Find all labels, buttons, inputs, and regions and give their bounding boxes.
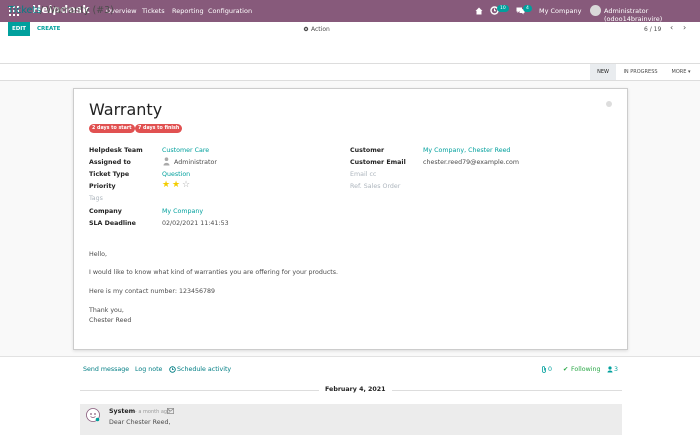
stage-new[interactable]: NEW [590, 64, 616, 80]
description-line[interactable]: Here is my contact number: 123456789 [89, 288, 215, 295]
send-message-button[interactable]: Send message [83, 366, 129, 373]
tags-label: Tags [89, 195, 103, 202]
sla-deadline-label: SLA Deadline [89, 220, 136, 227]
email-cc-label: Email cc [350, 171, 377, 178]
description-line[interactable]: Thank you, [89, 307, 124, 314]
menu-configuration[interactable]: Configuration [208, 7, 252, 15]
priority-star-3-icon[interactable]: ☆ [182, 181, 190, 190]
assigned-to-value[interactable]: Administrator [174, 159, 217, 166]
message-body: Dear Chester Reed, [109, 419, 171, 426]
followers-icon[interactable] [607, 366, 613, 373]
ticket-title[interactable]: Warranty [89, 100, 162, 119]
action-menu[interactable]: Action [311, 26, 330, 33]
description-line[interactable]: Chester Reed [89, 317, 131, 324]
description-line[interactable]: Hello, [89, 251, 107, 258]
helpdesk-team-label: Helpdesk Team [89, 147, 143, 154]
sla-tag-finish: 7 days to finish [135, 124, 183, 133]
company-switcher[interactable]: My Company [539, 7, 581, 15]
schedule-activity-button[interactable]: Schedule activity [177, 366, 231, 373]
customer-value[interactable]: My Company, Chester Reed [423, 147, 510, 154]
company-value[interactable]: My Company [162, 208, 203, 215]
breadcrumb-tickets[interactable]: Tickets [8, 5, 41, 16]
message-author[interactable]: System [109, 408, 135, 415]
create-button[interactable]: CREATE [37, 26, 60, 32]
breadcrumb-separator: / [40, 5, 44, 16]
paperclip-icon[interactable] [541, 366, 547, 373]
log-note-button[interactable]: Log note [135, 366, 162, 373]
following-button[interactable]: Following [571, 366, 601, 373]
home-icon[interactable] [475, 7, 483, 15]
sales-order-label: Ref. Sales Order [350, 183, 401, 190]
gear-icon[interactable] [303, 26, 309, 32]
sla-tag-start: 2 days to start [89, 124, 135, 133]
kanban-state-icon[interactable] [606, 101, 612, 107]
priority-star-2-icon[interactable]: ★ [172, 181, 180, 190]
pager-next-button[interactable]: › [683, 23, 686, 32]
status-bar: NEW IN PROGRESS MORE ▾ [0, 64, 700, 81]
pager-previous-button[interactable]: ‹ [670, 23, 673, 32]
pager-value[interactable]: 6 / 19 [644, 26, 661, 33]
attachment-count[interactable]: 0 [548, 366, 552, 373]
ticket-type-label: Ticket Type [89, 171, 130, 178]
activity-count-badge: 10 [497, 5, 509, 12]
customer-email-label: Customer Email [350, 159, 406, 166]
followers-count[interactable]: 3 [614, 366, 618, 373]
date-separator-label: February 4, 2021 [319, 386, 392, 393]
clock-icon [169, 366, 176, 373]
priority-star-1-icon[interactable]: ★ [162, 181, 170, 190]
envelope-icon[interactable] [167, 408, 174, 414]
sla-deadline-value: 02/02/2021 11:41:53 [162, 220, 229, 227]
assigned-to-label: Assigned to [89, 159, 131, 166]
helpdesk-team-value[interactable]: Customer Care [162, 147, 209, 154]
company-label: Company [89, 208, 122, 215]
menu-reporting[interactable]: Reporting [172, 7, 204, 15]
priority-label: Priority [89, 183, 116, 190]
message-time: - a month ago [135, 409, 171, 415]
customer-email-value[interactable]: chester.reed79@example.com [423, 159, 519, 166]
description-line[interactable]: I would like to know what kind of warran… [89, 269, 338, 276]
user-menu[interactable]: Administrator (odoo14brainvire) [604, 7, 700, 23]
stage-more-dropdown[interactable]: MORE ▾ [666, 64, 696, 80]
check-icon: ✔ [563, 366, 569, 373]
customer-label: Customer [350, 147, 385, 154]
message-count-badge: 4 [523, 5, 532, 12]
menu-tickets[interactable]: Tickets [142, 7, 165, 15]
stage-in-progress[interactable]: IN PROGRESS [617, 64, 664, 80]
control-panel [0, 22, 700, 64]
edit-button[interactable]: EDIT [8, 22, 30, 36]
system-avatar-icon [86, 408, 100, 422]
user-icon [163, 157, 170, 166]
breadcrumb-current: Warranty (#3) [46, 5, 114, 16]
ticket-type-value[interactable]: Question [162, 171, 190, 178]
user-avatar[interactable] [590, 5, 601, 16]
